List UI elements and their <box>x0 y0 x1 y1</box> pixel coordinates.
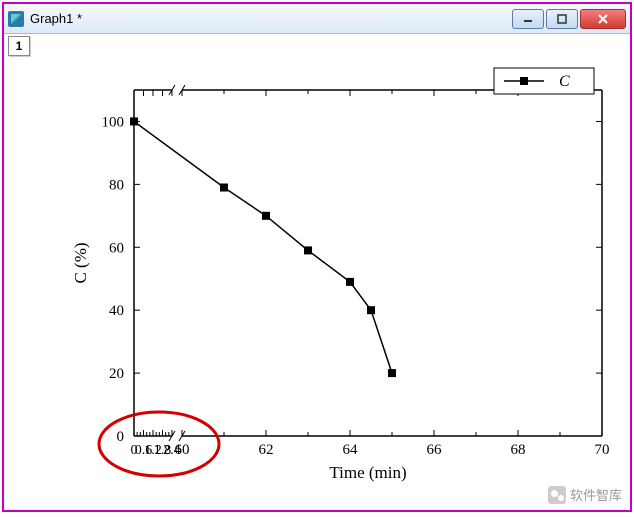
svg-text:C (%): C (%) <box>71 242 90 283</box>
maximize-button[interactable] <box>546 9 578 29</box>
svg-text:20: 20 <box>109 366 124 382</box>
watermark-text: 软件智库 <box>570 485 622 504</box>
svg-text:62: 62 <box>259 442 274 458</box>
wechat-icon <box>548 486 566 504</box>
legend: C <box>494 68 594 94</box>
svg-text:68: 68 <box>511 442 526 458</box>
close-button[interactable] <box>580 9 626 29</box>
svg-text:64: 64 <box>343 442 359 458</box>
svg-text:100: 100 <box>102 114 125 130</box>
minimize-button[interactable] <box>512 9 544 29</box>
svg-text:80: 80 <box>109 177 124 193</box>
svg-text:70: 70 <box>595 442 610 458</box>
svg-text:60: 60 <box>175 442 190 458</box>
watermark: 软件智库 <box>548 485 622 504</box>
layer-tab-1[interactable]: 1 <box>8 36 30 56</box>
svg-text:0: 0 <box>117 429 125 445</box>
svg-text:66: 66 <box>427 442 443 458</box>
app-window: Graph1 * 1 02040608010000.61.21.82.46062… <box>2 2 632 512</box>
svg-text:C: C <box>559 73 570 90</box>
svg-text:Time (min): Time (min) <box>329 463 406 482</box>
app-icon <box>8 11 24 27</box>
window-controls <box>512 9 626 29</box>
client-area: 1 02040608010000.61.21.82.4606264666870T… <box>4 34 630 510</box>
titlebar[interactable]: Graph1 * <box>4 4 630 34</box>
svg-text:40: 40 <box>109 303 124 319</box>
svg-text:60: 60 <box>109 240 124 256</box>
window-title: Graph1 * <box>30 11 512 26</box>
plot-area[interactable]: 02040608010000.61.21.82.4606264666870Tim… <box>4 34 630 510</box>
